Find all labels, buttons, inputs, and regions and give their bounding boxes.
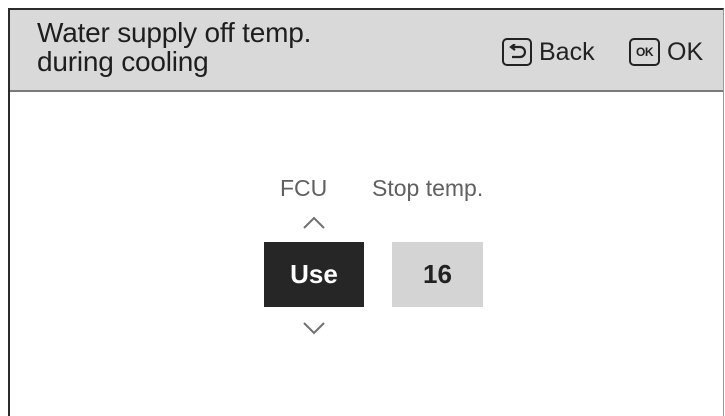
fcu-selector[interactable]: Use: [264, 242, 364, 307]
fcu-label: FCU: [280, 175, 328, 201]
back-button[interactable]: Back: [502, 37, 595, 67]
back-label: Back: [539, 37, 595, 66]
page-title-line-1: Water supply off temp.: [37, 17, 312, 48]
header-bar: Water supply off temp. during cooling Ba…: [10, 10, 723, 92]
settings-screen: Water supply off temp. during cooling Ba…: [8, 8, 724, 416]
chevron-down-icon[interactable]: [302, 321, 326, 335]
chevron-up-icon[interactable]: [302, 216, 326, 230]
page-title: Water supply off temp. during cooling: [37, 18, 457, 76]
ok-button[interactable]: OK OK: [629, 37, 703, 67]
return-arrow-icon: [502, 38, 532, 66]
stop-temp-selector[interactable]: 16: [392, 242, 483, 307]
ok-label: OK: [667, 37, 704, 66]
ok-key-icon: OK: [629, 38, 660, 66]
stop-temp-label: Stop temp.: [372, 175, 484, 201]
page-title-line-2: during cooling: [37, 46, 209, 77]
